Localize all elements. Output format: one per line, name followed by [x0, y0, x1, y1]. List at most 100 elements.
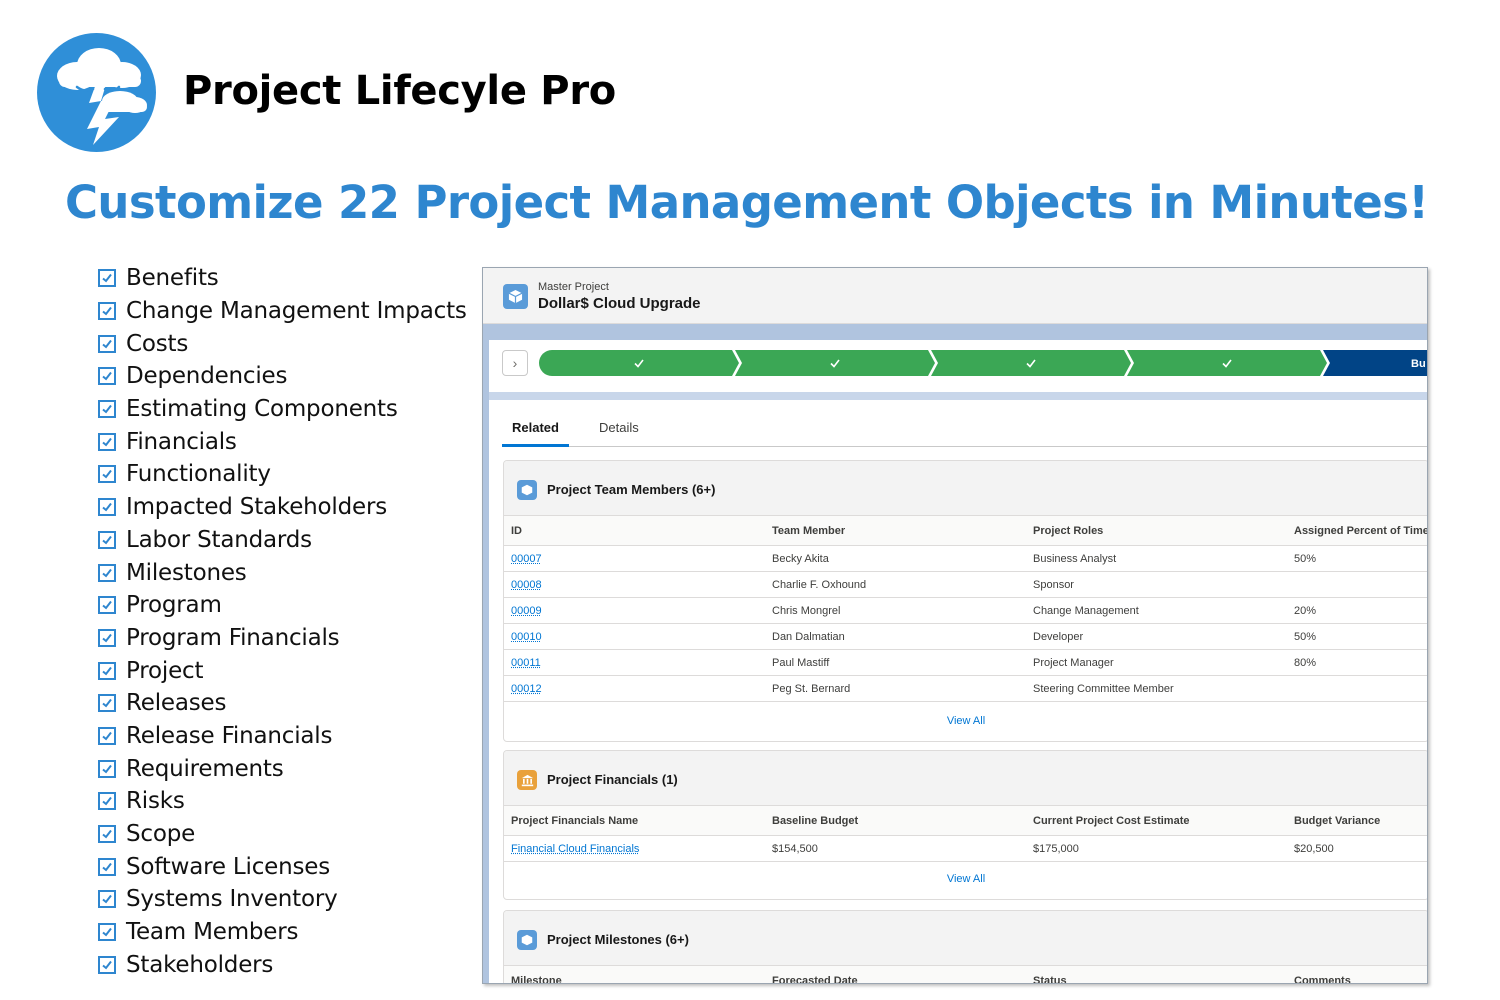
object-name: Impacted Stakeholders [126, 494, 387, 521]
financials-view-all[interactable]: View All [504, 873, 1427, 885]
project-object-icon [503, 284, 528, 309]
checkbox-checked-icon [98, 857, 116, 876]
checkbox-checked-icon [98, 400, 116, 419]
record-type-label: Master Project [538, 281, 609, 293]
project-financials-title: Project Financials (1) [547, 772, 678, 787]
app-logo [37, 33, 156, 152]
record-link[interactable]: 00008 [511, 579, 542, 591]
milestones-header-row: Milestone Forecasted Date Status Comment… [504, 966, 1427, 983]
project-milestones-card: Project Milestones (6+) Milestone Foreca… [503, 910, 1427, 983]
object-name: Releases [126, 690, 227, 717]
financials-header-row: Project Financials Name Baseline Budget … [504, 806, 1427, 836]
object-list-item: Stakeholders [98, 948, 467, 981]
team-members-icon [517, 480, 537, 500]
checkbox-checked-icon [98, 302, 116, 321]
column-header[interactable]: Comments [1294, 975, 1351, 983]
path-stage-complete[interactable] [539, 350, 739, 376]
column-header[interactable]: Assigned Percent of Time [1294, 525, 1427, 537]
table-row: 00011 Paul Mastiff Project Manager 80% [504, 650, 1427, 676]
checkbox-checked-icon [98, 759, 116, 778]
checkbox-checked-icon [98, 596, 116, 615]
column-header[interactable]: Milestone [511, 975, 562, 983]
checkbox-checked-icon [98, 367, 116, 386]
object-name: Stakeholders [126, 951, 274, 978]
table-row: 00009 Chris Mongrel Change Management 20% [504, 598, 1427, 624]
record-link[interactable]: 00010 [511, 631, 542, 643]
chevron-right-icon: › [512, 355, 518, 371]
record-link[interactable]: 00009 [511, 605, 542, 617]
object-list-item: Benefits [98, 262, 467, 295]
team-members-card: Project Team Members (6+) ID Team Member… [503, 460, 1427, 742]
team-members-view-all[interactable]: View All [504, 715, 1427, 727]
checkbox-checked-icon [98, 792, 116, 811]
table-row: 00008 Charlie F. Oxhound Sponsor [504, 572, 1427, 598]
checkbox-checked-icon [98, 465, 116, 484]
object-list-item: Team Members [98, 916, 467, 949]
object-name: Project [126, 657, 204, 684]
active-tab-indicator [502, 444, 569, 447]
table-cell: Change Management [1033, 605, 1139, 617]
tab-related[interactable]: Related [512, 420, 559, 435]
project-financials-card: Project Financials (1) Project Financial… [503, 750, 1427, 900]
checkbox-checked-icon [98, 530, 116, 549]
object-list-item: Program Financials [98, 622, 467, 655]
column-header[interactable]: Team Member [772, 525, 845, 537]
tab-details[interactable]: Details [599, 420, 639, 435]
object-list-item: Impacted Stakeholders [98, 491, 467, 524]
sales-path: › Bu [489, 340, 1427, 392]
object-list-item: Labor Standards [98, 524, 467, 557]
checkbox-checked-icon [98, 334, 116, 353]
record-link[interactable]: 00012 [511, 683, 542, 695]
column-header[interactable]: ID [511, 525, 522, 537]
object-name: Estimating Components [126, 396, 398, 423]
milestones-icon [517, 930, 537, 950]
path-stage-label: Bu [1411, 358, 1426, 370]
object-name: Systems Inventory [126, 886, 338, 913]
object-list-item: Systems Inventory [98, 883, 467, 916]
table-cell: Dan Dalmatian [772, 631, 845, 643]
record-link[interactable]: 00007 [511, 553, 542, 565]
checkbox-checked-icon [98, 955, 116, 974]
object-list-item: Milestones [98, 556, 467, 589]
column-header[interactable]: Project Roles [1033, 525, 1103, 537]
object-list-item: Dependencies [98, 360, 467, 393]
object-name: Labor Standards [126, 526, 312, 553]
column-header[interactable]: Project Financials Name [511, 815, 638, 827]
column-header[interactable]: Status [1033, 975, 1067, 983]
column-header[interactable]: Forecasted Date [772, 975, 858, 983]
object-name: Milestones [126, 559, 247, 586]
checkbox-checked-icon [98, 628, 116, 647]
object-list-item: Software Licenses [98, 850, 467, 883]
checkbox-checked-icon [98, 432, 116, 451]
path-stage-complete[interactable] [735, 350, 935, 376]
object-name: Financials [126, 428, 237, 455]
table-cell: 80% [1294, 657, 1317, 669]
object-list-item: Estimating Components [98, 393, 467, 426]
record-body: Related Details Project Team Members (6+… [489, 392, 1427, 983]
path-stage-complete[interactable] [1127, 350, 1327, 376]
table-cell: Paul Mastiff [772, 657, 830, 669]
column-header[interactable]: Baseline Budget [772, 815, 858, 827]
checkbox-checked-icon [98, 726, 116, 745]
team-members-header-row: ID Team Member Project Roles Assigned Pe… [504, 516, 1427, 546]
column-header[interactable]: Current Project Cost Estimate [1033, 815, 1189, 827]
path-expand-button[interactable]: › [502, 350, 528, 376]
column-header[interactable]: Budget Variance [1294, 815, 1380, 827]
object-list-item: Change Management Impacts [98, 295, 467, 328]
table-cell: Developer [1033, 631, 1084, 643]
object-name: Requirements [126, 755, 284, 782]
object-list-item: Program [98, 589, 467, 622]
table-row: 00010 Dan Dalmatian Developer 50% [504, 624, 1427, 650]
object-name: Costs [126, 330, 189, 357]
record-name: Dollar$ Cloud Upgrade [538, 295, 701, 312]
table-cell: Peg St. Bernard [772, 683, 851, 695]
object-name: Release Financials [126, 722, 333, 749]
table-cell: Becky Akita [772, 553, 829, 565]
checkbox-checked-icon [98, 563, 116, 582]
record-link[interactable]: Financial Cloud Financials [511, 843, 639, 855]
storm-cloud-icon [57, 48, 147, 145]
table-cell: 20% [1294, 605, 1317, 617]
path-stage-complete[interactable] [931, 350, 1131, 376]
checkbox-checked-icon [98, 825, 116, 844]
record-link[interactable]: 00011 [511, 657, 541, 669]
